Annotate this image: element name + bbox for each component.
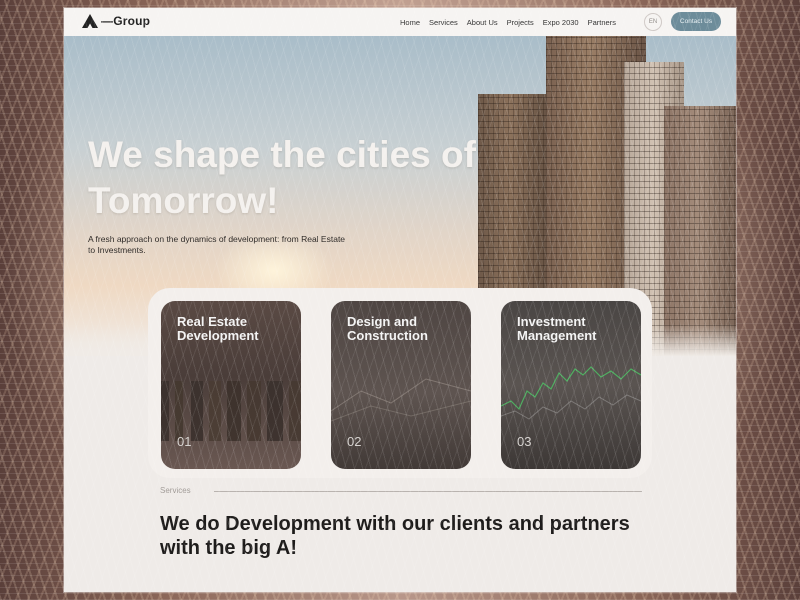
website-mockup: —Group Home Services About Us Projects E…: [64, 8, 736, 592]
card-title: Real Estate Development: [177, 314, 259, 343]
brand-name: —Group: [101, 14, 151, 28]
service-card-real-estate[interactable]: Real Estate Development 01: [161, 301, 301, 469]
brand-logo[interactable]: —Group: [82, 14, 150, 28]
services-section-label: Services: [160, 486, 191, 495]
top-navigation-bar: —Group Home Services About Us Projects E…: [64, 8, 736, 36]
stock-chart-image: [501, 366, 641, 420]
service-card-design-construction[interactable]: Design and Construction 02: [331, 301, 471, 469]
contact-us-button[interactable]: Contact Us: [671, 12, 721, 31]
nav-item-home[interactable]: Home: [400, 18, 420, 27]
nav-item-about-us[interactable]: About Us: [467, 18, 498, 27]
city-skyline-image: [161, 381, 301, 441]
nav-item-services[interactable]: Services: [429, 18, 458, 27]
card-number: 03: [517, 434, 532, 449]
card-number: 01: [177, 434, 192, 449]
skyscraper-image: [664, 106, 736, 356]
section-divider: [214, 491, 642, 492]
language-switch[interactable]: EN: [644, 13, 662, 31]
nav-item-projects[interactable]: Projects: [507, 18, 534, 27]
card-title: Design and Construction: [347, 314, 428, 343]
blueprint-lines-image: [331, 378, 471, 422]
card-number: 02: [347, 434, 362, 449]
services-tagline: We do Development with our clients and p…: [160, 513, 630, 559]
nav-item-partners[interactable]: Partners: [588, 18, 616, 27]
service-card-investment[interactable]: Investment Management 03: [501, 301, 641, 469]
main-nav: Home Services About Us Projects Expo 203…: [400, 8, 616, 36]
nav-item-expo-2030[interactable]: Expo 2030: [543, 18, 579, 27]
card-title: Investment Management: [517, 314, 597, 343]
hero-subline: A fresh approach on the dynamics of deve…: [88, 234, 346, 255]
hero-headline: We shape the cities of Tomorrow!: [88, 134, 476, 221]
triangle-logo-icon: [82, 14, 98, 28]
